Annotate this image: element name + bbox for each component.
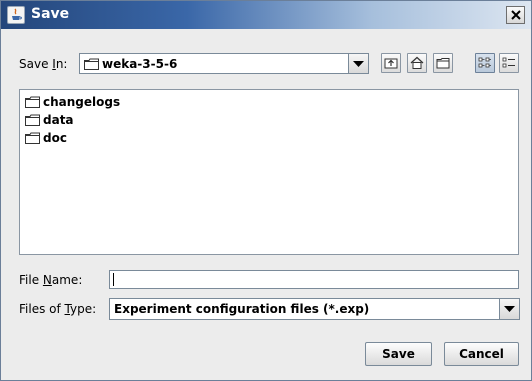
folder-icon <box>25 96 40 108</box>
folder-icon <box>84 58 99 70</box>
chevron-down-icon <box>504 306 515 312</box>
file-name-label: File Name: <box>19 273 83 287</box>
chevron-down-icon <box>353 60 364 67</box>
save-in-label: Save In: <box>19 57 68 71</box>
up-one-level-button[interactable] <box>381 53 401 73</box>
files-of-type-value: Experiment configuration files (*.exp) <box>114 302 370 316</box>
close-icon <box>511 10 521 20</box>
file-name: doc <box>43 131 67 145</box>
new-folder-button[interactable] <box>433 53 453 73</box>
save-dialog: Save Save In: weka-3-5-6 changelogs data… <box>0 0 532 381</box>
cancel-button[interactable]: Cancel <box>444 342 519 366</box>
save-in-value: weka-3-5-6 <box>102 57 178 71</box>
files-of-type-dropdown[interactable]: Experiment configuration files (*.exp) <box>109 298 520 320</box>
list-view-icon <box>478 57 491 68</box>
files-of-type-dropdown-arrow[interactable] <box>499 299 519 319</box>
details-view-button[interactable] <box>499 53 519 73</box>
new-folder-icon <box>436 58 450 69</box>
java-cup-icon <box>7 6 25 24</box>
file-name: data <box>43 113 74 127</box>
list-view-button[interactable] <box>475 53 495 73</box>
home-icon <box>410 56 424 69</box>
files-of-type-label: Files of Type: <box>19 302 97 316</box>
window-title: Save <box>31 6 70 22</box>
save-button[interactable]: Save <box>365 342 432 366</box>
folder-icon <box>25 132 40 144</box>
folder-icon <box>25 114 40 126</box>
file-name: changelogs <box>43 95 121 109</box>
close-button[interactable] <box>506 6 525 24</box>
home-button[interactable] <box>407 53 427 73</box>
save-in-dropdown[interactable]: weka-3-5-6 <box>79 53 369 74</box>
file-list[interactable]: changelogs data doc <box>19 89 519 255</box>
up-folder-icon <box>384 58 398 69</box>
details-view-icon <box>502 57 515 68</box>
text-caret <box>113 273 114 286</box>
save-in-dropdown-arrow[interactable] <box>348 54 368 73</box>
file-name-input[interactable] <box>109 270 519 289</box>
title-bar[interactable]: Save <box>1 1 531 29</box>
